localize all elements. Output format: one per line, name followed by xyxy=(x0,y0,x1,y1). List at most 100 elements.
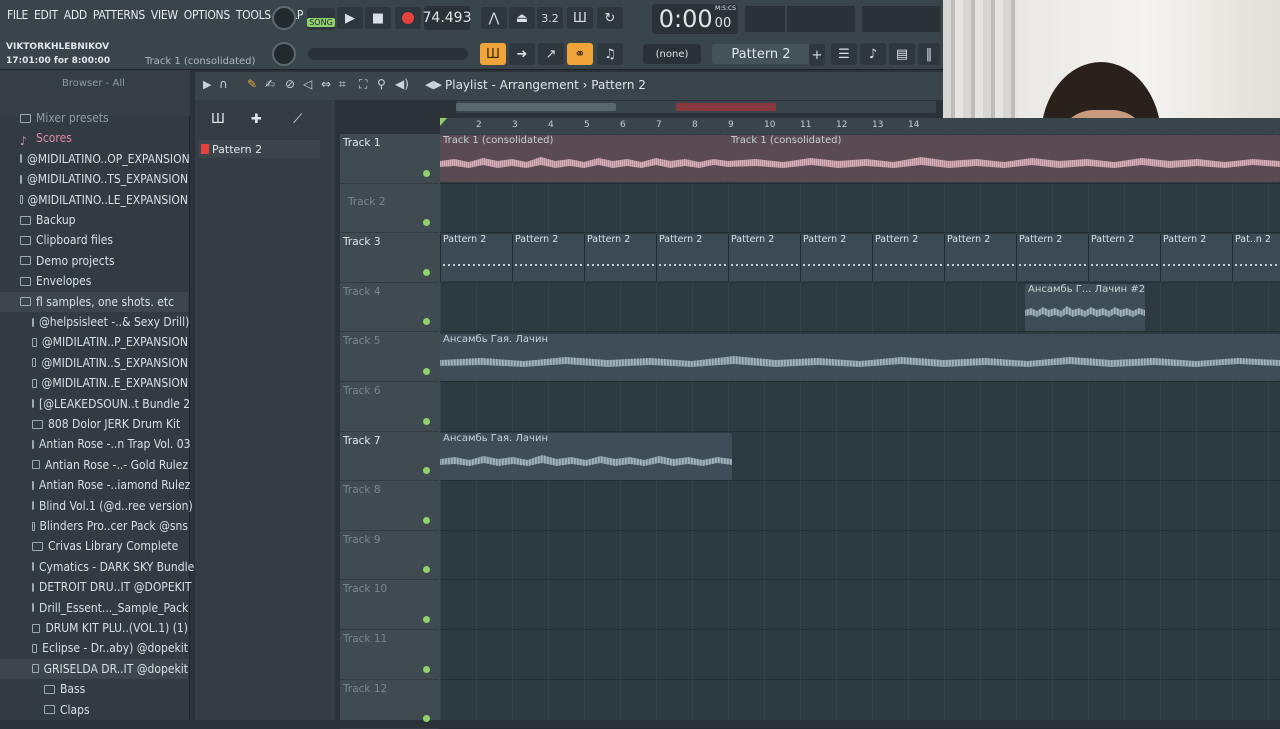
mixer-button[interactable]: ▤ xyxy=(889,43,915,65)
playlist-grid[interactable]: Track 1 (consolidated) Track 1 (consolida… xyxy=(440,134,1280,729)
browser-item[interactable]: Clipboard files xyxy=(0,230,188,250)
track-mute-led[interactable] xyxy=(423,467,430,475)
menu-tools[interactable]: TOOLS xyxy=(233,8,274,22)
slip-tool-icon[interactable]: ⇔ xyxy=(321,77,331,91)
browser-item[interactable]: Crivas Library Complete xyxy=(0,536,188,556)
browser-item[interactable]: Cymatics - DARK SKY Bundle xyxy=(0,557,194,577)
track-mute-led[interactable] xyxy=(423,367,430,375)
browser-item[interactable]: Demo projects xyxy=(0,251,188,271)
pattern-selector[interactable]: Pattern 2 xyxy=(712,44,810,64)
audio-clip[interactable]: Track 1 (consolidated) xyxy=(440,135,728,182)
pattern-clip[interactable]: Pattern 2 xyxy=(1088,234,1160,281)
menu-edit[interactable]: EDIT xyxy=(31,8,61,22)
track-mute-led[interactable] xyxy=(423,566,430,574)
audio-clip[interactable]: Ансамбь Г... Лачин #2 xyxy=(1025,284,1145,331)
delete-tool-icon[interactable]: ⊘ xyxy=(285,77,295,91)
browser-item[interactable]: DRUM KIT PLU..(VOL.1) (1) xyxy=(0,618,188,638)
timeline-ruler[interactable]: 2 3 4 5 6 7 8 9 10 11 12 13 14 xyxy=(440,118,1280,134)
typing-keyboard-button[interactable]: ♫ xyxy=(597,43,623,65)
draw-tool-icon[interactable]: ✎ xyxy=(247,77,257,91)
loop-record-button[interactable]: ↻ xyxy=(597,7,623,29)
pattern-clip[interactable]: Pattern 2 xyxy=(512,234,584,281)
pattern-clip[interactable]: Pattern 2 xyxy=(1016,234,1088,281)
browser-item[interactable]: Blind Vol.1 (@d..ree version) xyxy=(0,496,193,516)
browser-item[interactable]: @MIDILATINO..LE_EXPANSION xyxy=(0,190,188,210)
select-tool-icon[interactable]: ⛶ xyxy=(359,77,367,92)
browser-item[interactable]: @MIDILATIN..S_EXPANSION xyxy=(0,353,188,373)
browser-item[interactable]: @MIDILATINO..OP_EXPANSION xyxy=(0,149,190,169)
track-mute-led[interactable] xyxy=(423,219,430,227)
slide-tool-button[interactable]: ↗ xyxy=(538,43,564,65)
track-header[interactable]: Track 8 xyxy=(340,481,438,531)
track-header[interactable]: Track 11 xyxy=(340,630,438,680)
zoom-tool-icon[interactable]: ⚲ xyxy=(377,77,386,91)
main-pitch-slider[interactable] xyxy=(308,48,468,60)
track-mute-led[interactable] xyxy=(423,417,430,425)
master-volume-knob[interactable] xyxy=(272,6,296,30)
record-button[interactable] xyxy=(395,7,421,29)
pattern-picker-item[interactable]: Pattern 2 xyxy=(198,140,320,158)
browser-item[interactable]: Antian Rose -..- Gold Rulez xyxy=(0,455,188,475)
track-header[interactable]: Track 6 xyxy=(340,382,438,432)
browser-item[interactable]: Bass xyxy=(0,679,188,699)
track-lane[interactable] xyxy=(440,531,1280,581)
stop-button[interactable]: ■ xyxy=(365,7,391,29)
picker-tool-icon-1[interactable]: Ш xyxy=(211,112,225,127)
track-lane[interactable] xyxy=(440,382,1280,432)
horizontal-scrollbar[interactable] xyxy=(456,101,936,113)
pattern-clip[interactable]: Pattern 2 xyxy=(800,234,872,281)
magnet-icon[interactable]: ∩ xyxy=(219,77,228,91)
channel-rack-button[interactable]: ☰ xyxy=(831,43,857,65)
browser-item[interactable]: Mixer presets xyxy=(0,108,188,128)
paint-tool-icon[interactable]: ✍ xyxy=(265,77,275,91)
play-button[interactable]: ▶ xyxy=(337,7,363,29)
playlist-collapse-arrow[interactable]: ▶ xyxy=(203,78,211,91)
menu-file[interactable]: FILE xyxy=(4,8,31,22)
pattern-clip[interactable]: Pattern 2 xyxy=(656,234,728,281)
track-header[interactable]: Track 9 xyxy=(340,531,438,581)
track-header[interactable]: Track 12 xyxy=(340,680,438,729)
browser-button[interactable]: ‖ xyxy=(918,43,940,65)
pattern-clip[interactable]: Pattern 2 xyxy=(728,234,800,281)
picker-tool-icon-3[interactable]: ⟋ xyxy=(293,112,302,127)
browser-item[interactable]: [@LEAKEDSOUN..t Bundle 2 xyxy=(0,394,190,414)
menu-patterns[interactable]: PATTERNS xyxy=(90,8,148,22)
pattern-clip[interactable]: Pattern 2 xyxy=(872,234,944,281)
track-mute-led[interactable] xyxy=(423,169,430,177)
track-lane[interactable] xyxy=(440,680,1280,729)
track-header[interactable]: Track 7 xyxy=(340,432,438,482)
track-mute-led[interactable] xyxy=(423,715,430,723)
pattern-clip[interactable]: Pattern 2 xyxy=(584,234,656,281)
slice-tool-icon[interactable]: ⌗ xyxy=(339,77,346,92)
browser-item[interactable]: Claps xyxy=(0,700,188,720)
track-lane[interactable] xyxy=(440,184,1280,234)
link-button[interactable]: ⚭ xyxy=(567,43,593,65)
scroll-thumb[interactable] xyxy=(456,103,616,111)
track-lane[interactable] xyxy=(440,283,1280,333)
track-lane[interactable] xyxy=(440,481,1280,531)
browser-item[interactable]: @MIDILATINO..TS_EXPANSION xyxy=(0,169,188,189)
track-header[interactable]: Track 2 xyxy=(340,184,438,234)
browser-item[interactable]: Antian Rose -..n Trap Vol. 03 xyxy=(0,434,190,454)
tempo-display[interactable]: 74.493 xyxy=(423,6,472,30)
pattern-clip[interactable]: Pattern 2 xyxy=(944,234,1016,281)
browser-item[interactable]: fl samples, one shots. etc xyxy=(0,291,188,312)
track-mute-led[interactable] xyxy=(423,615,430,623)
track-header[interactable]: Track 5 xyxy=(340,332,438,382)
browser-item[interactable]: GRISELDA DR..IT @dopekit xyxy=(0,658,188,679)
browser-item[interactable]: Blinders Pro..cer Pack @sns xyxy=(0,516,188,536)
playlist-window-button[interactable]: Ш xyxy=(480,43,506,65)
countdown-button[interactable]: 3.2 xyxy=(537,7,563,29)
track-mute-led[interactable] xyxy=(423,516,430,524)
audio-clip[interactable]: Track 1 (consolidated) xyxy=(728,135,1280,182)
menu-view[interactable]: VIEW xyxy=(148,8,181,22)
menu-options[interactable]: OPTIONS xyxy=(181,8,233,22)
playhead-marker[interactable] xyxy=(440,118,447,126)
browser-item[interactable]: @helpsisleet -..& Sexy Drill) xyxy=(0,312,189,332)
track-header[interactable]: Track 10 xyxy=(340,580,438,630)
song-mode-toggle[interactable]: SONG xyxy=(307,8,335,30)
browser-item[interactable]: @MIDILATIN..P_EXPANSION xyxy=(0,332,188,352)
track-mute-led[interactable] xyxy=(423,665,430,673)
browser-item[interactable]: Eclipse - Dr..aby) @dopekit xyxy=(0,638,188,658)
wait-input-button[interactable]: ⏏ xyxy=(509,7,535,29)
